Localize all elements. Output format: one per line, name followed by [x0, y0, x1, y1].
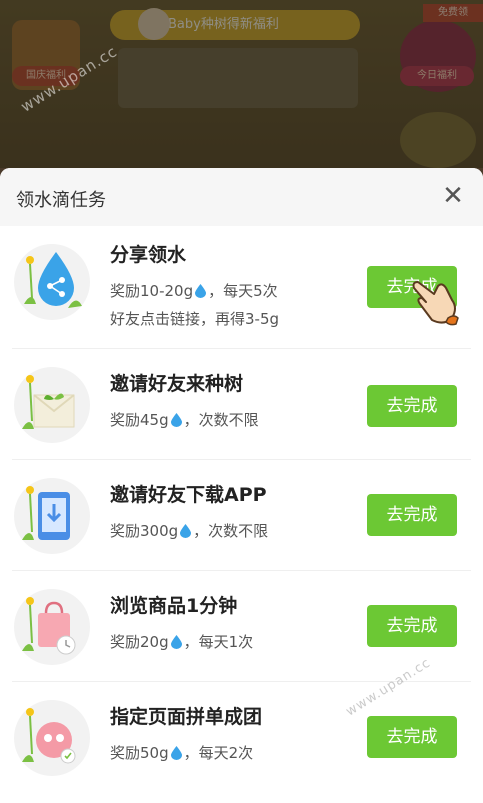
complete-button[interactable]: 去完成: [367, 385, 457, 427]
task-reward: 奖励45g ，次数不限: [110, 409, 259, 430]
task-reward: 奖励50g ，每天2次: [110, 742, 253, 763]
background-badge: 免费领: [423, 4, 483, 22]
task-extra: 好友点击链接，再得3-5g: [110, 310, 280, 328]
frequency-text: ，次数不限: [183, 411, 259, 429]
shopping-bag-timer-icon: [14, 589, 90, 665]
water-drop-icon: [180, 524, 192, 538]
task-title: 浏览商品1分钟: [110, 595, 238, 617]
reward-text: 奖励10-20g: [110, 282, 194, 300]
coin-icon: [400, 112, 476, 168]
task-title: 邀请好友下载APP: [110, 484, 267, 506]
complete-button[interactable]: 去完成: [367, 605, 457, 647]
share-drop-icon: [14, 244, 90, 320]
water-drop-icon: [170, 635, 182, 649]
sheet-title: 领水滴任务: [16, 190, 106, 211]
task-title: 分享领水: [110, 244, 187, 266]
complete-button[interactable]: 去完成: [367, 716, 457, 758]
envelope-sprout-icon: [14, 367, 90, 443]
reward-text: 奖励20g: [110, 633, 169, 651]
pointing-hand-icon: [412, 281, 459, 326]
task-title: 指定页面拼单成团: [110, 706, 263, 728]
avatar: [138, 8, 170, 40]
task-title: 邀请好友来种树: [110, 373, 244, 395]
group-order-icon: [14, 700, 90, 776]
sheet-header: 领水滴任务 ✕: [0, 168, 483, 226]
task-item-group-order: 指定页面拼单成团 奖励50g ，每天2次 去完成: [12, 682, 471, 792]
frequency-text: ，每天2次: [183, 744, 254, 762]
task-item-download: 邀请好友下载APP 奖励300g ，次数不限 去完成: [12, 460, 471, 571]
background-banner: Baby种树得新福利: [110, 10, 360, 40]
water-drop-icon: [170, 746, 182, 760]
person-icon: [400, 20, 476, 92]
task-reward: 奖励300g ，次数不限: [110, 520, 268, 541]
water-drop-icon: [195, 284, 207, 298]
reward-text: 奖励45g: [110, 411, 169, 429]
close-icon[interactable]: ✕: [439, 181, 467, 211]
reward-text: 奖励50g: [110, 744, 169, 762]
task-item-browse: 浏览商品1分钟 奖励20g ，每天1次 去完成: [12, 571, 471, 682]
frequency-text: ，每天1次: [183, 633, 254, 651]
frequency-text: ，次数不限: [193, 522, 269, 540]
frequency-text: ，每天5次: [208, 282, 278, 300]
phone-download-icon: [14, 478, 90, 554]
task-reward: 奖励10-20g ，每天5次: [110, 280, 278, 301]
task-item-invite: 邀请好友来种树 奖励45g ，次数不限 去完成: [12, 349, 471, 460]
task-sheet: 领水滴任务 ✕ 分享领水 奖励10-20g ，每天5次 好友点击链接，再得3-5g…: [0, 168, 483, 803]
background-right-label: 今日福利: [400, 66, 474, 86]
reward-text: 奖励300g: [110, 522, 179, 540]
water-drop-icon: [170, 413, 182, 427]
task-reward: 奖励20g ，每天1次: [110, 631, 253, 652]
task-item-share: 分享领水 奖励10-20g ，每天5次 好友点击链接，再得3-5g 去完成: [12, 226, 471, 349]
background-scene: [118, 48, 358, 108]
complete-button[interactable]: 去完成: [367, 494, 457, 536]
